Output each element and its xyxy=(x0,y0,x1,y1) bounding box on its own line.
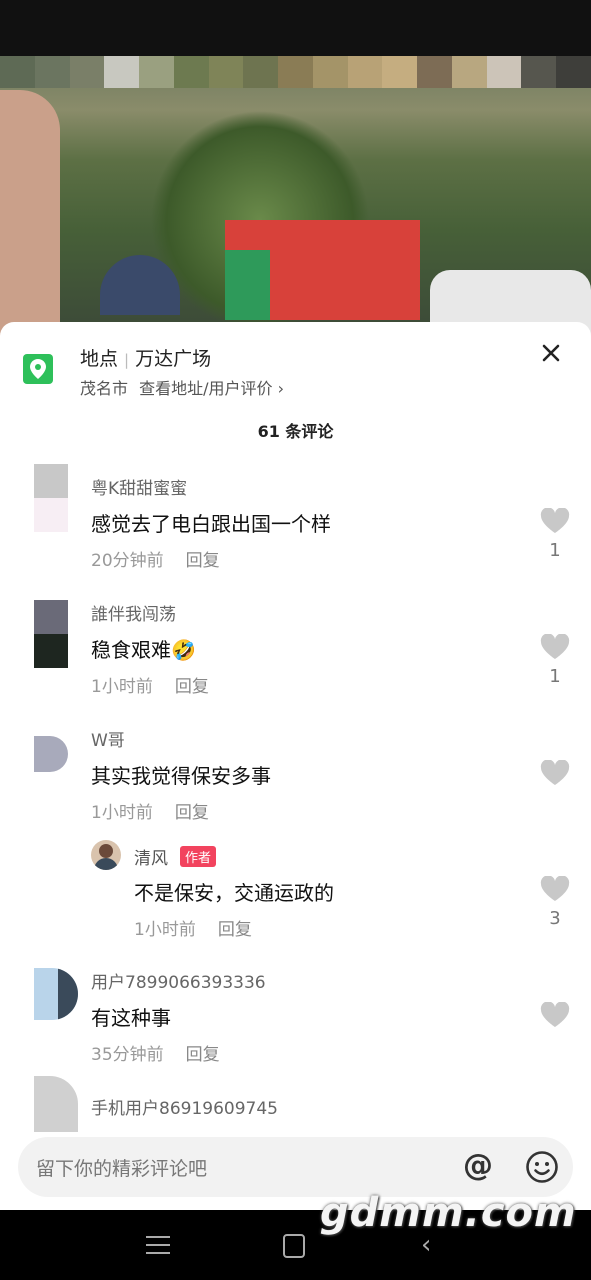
comment-time: 35分钟前 xyxy=(91,1045,164,1065)
at-mention-icon[interactable]: @ xyxy=(463,1150,493,1182)
comment-time: 1小时前 xyxy=(91,677,153,697)
location-city: 茂名市 xyxy=(80,379,129,398)
reply-time: 1小时前 xyxy=(134,920,196,940)
like-button[interactable] xyxy=(540,1002,570,1028)
menu-icon[interactable] xyxy=(146,1236,170,1260)
avatar[interactable] xyxy=(34,464,68,532)
mosaic-blur-area xyxy=(0,56,591,120)
reply-button[interactable]: 回复 xyxy=(175,803,209,823)
comment-sheet: 地点 | 万达广场 茂名市 查看地址/用户评价 › 61 条评论 粤K甜甜蜜蜜 感觉… xyxy=(0,322,591,1210)
comment-text: 稳食艰难🤣 xyxy=(91,638,196,662)
like-button[interactable]: 1 xyxy=(540,634,570,687)
close-icon xyxy=(542,344,560,362)
reply-username[interactable]: 清风 xyxy=(134,849,168,869)
avatar[interactable] xyxy=(34,600,68,668)
reply-button[interactable]: 回复 xyxy=(186,1045,220,1065)
location-detail-link[interactable]: 查看地址/用户评价 xyxy=(139,379,272,398)
emoji-icon[interactable] xyxy=(525,1150,559,1184)
comment-username[interactable]: 用户7899066393336 xyxy=(91,968,266,993)
like-count: 1 xyxy=(549,666,561,687)
comment-text: 有这种事 xyxy=(91,1006,171,1030)
reply-text: 不是保安，交通运政的 xyxy=(134,881,334,905)
like-count: 3 xyxy=(549,908,561,929)
comment-username[interactable]: W哥 xyxy=(91,726,125,751)
heart-icon xyxy=(540,508,570,533)
video-background xyxy=(0,0,591,340)
like-button[interactable] xyxy=(540,760,570,786)
comment-count: 61 条评论 xyxy=(257,422,334,441)
reply-button[interactable]: 回复 xyxy=(175,677,209,697)
watermark: gdmm.com xyxy=(320,1190,577,1236)
comment-username[interactable]: 手机用户86919609745 xyxy=(91,1094,278,1119)
like-button[interactable]: 1 xyxy=(540,508,570,561)
avatar[interactable] xyxy=(34,736,68,772)
heart-icon xyxy=(540,1002,570,1027)
comment-time: 1小时前 xyxy=(91,803,153,823)
location-label: 地点 xyxy=(80,348,119,370)
avatar[interactable] xyxy=(34,1076,78,1132)
reply-button[interactable]: 回复 xyxy=(186,551,220,571)
comment-input-bar[interactable]: 留下你的精彩评论吧 @ xyxy=(18,1137,573,1197)
comment-input[interactable]: 留下你的精彩评论吧 xyxy=(36,1154,207,1181)
comment-username[interactable]: 誰伴我闯荡 xyxy=(91,600,176,625)
avatar[interactable] xyxy=(91,840,121,870)
like-button[interactable]: 3 xyxy=(540,876,570,929)
location-pin-icon[interactable] xyxy=(23,354,53,384)
home-icon[interactable] xyxy=(283,1234,305,1258)
author-badge: 作者 xyxy=(180,846,217,867)
comment-text: 其实我觉得保安多事 xyxy=(91,764,271,788)
comment-text: 感觉去了电白跟出国一个样 xyxy=(91,512,331,536)
reply-button[interactable]: 回复 xyxy=(218,920,252,940)
location-name: 万达广场 xyxy=(135,348,212,370)
heart-icon xyxy=(540,760,570,785)
comment-username[interactable]: 粤K甜甜蜜蜜 xyxy=(91,474,187,499)
chevron-right-icon: › xyxy=(277,379,285,398)
avatar[interactable] xyxy=(34,968,78,1020)
like-count: 1 xyxy=(549,540,561,561)
close-button[interactable] xyxy=(538,340,564,366)
location-subline[interactable]: 茂名市 查看地址/用户评价 › xyxy=(80,375,284,399)
heart-icon xyxy=(540,876,570,901)
location-title[interactable]: 地点 | 万达广场 xyxy=(80,344,211,371)
comment-time: 20分钟前 xyxy=(91,551,164,571)
heart-icon xyxy=(540,634,570,659)
